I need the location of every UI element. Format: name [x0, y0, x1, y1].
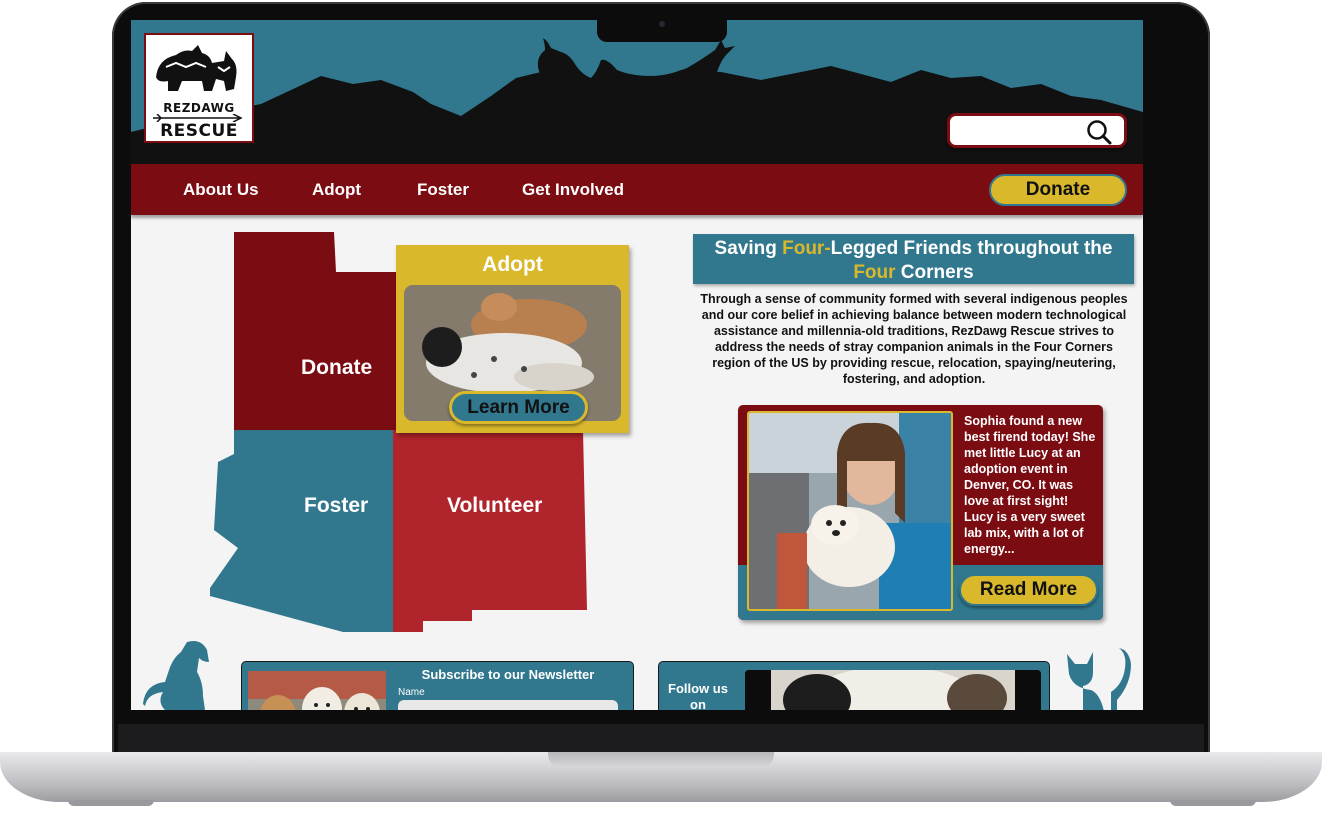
mission-title-highlight: Four [853, 262, 896, 283]
newsletter-name-label: Name [398, 687, 425, 698]
newsletter-panel: Subscribe to our Newsletter Name [241, 661, 634, 710]
laptop-base-notch [548, 752, 774, 768]
newsletter-name-input[interactable] [398, 700, 618, 710]
map-region-volunteer [393, 430, 587, 632]
donate-button[interactable]: Donate [989, 174, 1127, 206]
nav-get-involved[interactable]: Get Involved [522, 180, 624, 200]
read-more-button[interactable]: Read More [959, 574, 1098, 606]
search-input[interactable] [958, 121, 1082, 143]
map-region-donate [234, 232, 396, 430]
laptop-foot [68, 800, 154, 806]
social-video[interactable] [745, 670, 1041, 710]
camera-icon [659, 21, 665, 27]
mission-title-text: Legged Friends throughout the [830, 238, 1113, 259]
logo-text-rezdawg: REZDAWG [163, 101, 235, 115]
success-story-card: Sophia found a new best firend today! Sh… [738, 405, 1103, 620]
mission-title-text: Saving [714, 238, 783, 259]
adopt-card-title: Adopt [482, 253, 543, 276]
logo-text-rescue: RESCUE [160, 121, 238, 141]
cat-icon [1067, 648, 1131, 710]
map-label-donate[interactable]: Donate [301, 356, 372, 380]
site-logo[interactable]: REZDAWG RESCUE [144, 33, 254, 143]
follow-us-text: Follow us on [668, 681, 728, 710]
nav-foster[interactable]: Foster [417, 180, 469, 200]
laptop-foot [1170, 800, 1256, 806]
main-nav: About Us Adopt Foster Get Involved Donat… [131, 164, 1143, 215]
mission-title: Saving Four-Legged Friends throughout th… [693, 234, 1134, 284]
adopt-card: Adopt Learn More [396, 245, 629, 433]
social-panel: Follow us on [658, 661, 1050, 710]
learn-more-button[interactable]: Learn More [449, 391, 588, 424]
mission-title-text: Corners [895, 262, 974, 283]
search-icon[interactable] [1086, 119, 1112, 145]
newsletter-title: Subscribe to our Newsletter [421, 667, 595, 682]
map-region-foster [210, 430, 393, 632]
map-label-volunteer[interactable]: Volunteer [447, 494, 542, 518]
website-screen: REZDAWG RESCUE About Us Adopt Foster Get… [131, 20, 1143, 710]
nav-adopt[interactable]: Adopt [312, 180, 361, 200]
mission-title-highlight: Four- [782, 238, 831, 259]
nav-about-us[interactable]: About Us [183, 180, 259, 200]
mission-statement: Through a sense of community formed with… [700, 292, 1128, 386]
story-text: Sophia found a new best firend today! Sh… [964, 414, 1096, 556]
dog-cat-logo-icon [156, 45, 237, 91]
sitting-dog-icon [143, 641, 209, 710]
adoption-photo [747, 411, 953, 611]
search-box[interactable] [947, 113, 1127, 148]
map-label-foster[interactable]: Foster [304, 494, 368, 518]
three-dogs-photo [248, 671, 386, 710]
laptop-bezel [118, 724, 1204, 752]
